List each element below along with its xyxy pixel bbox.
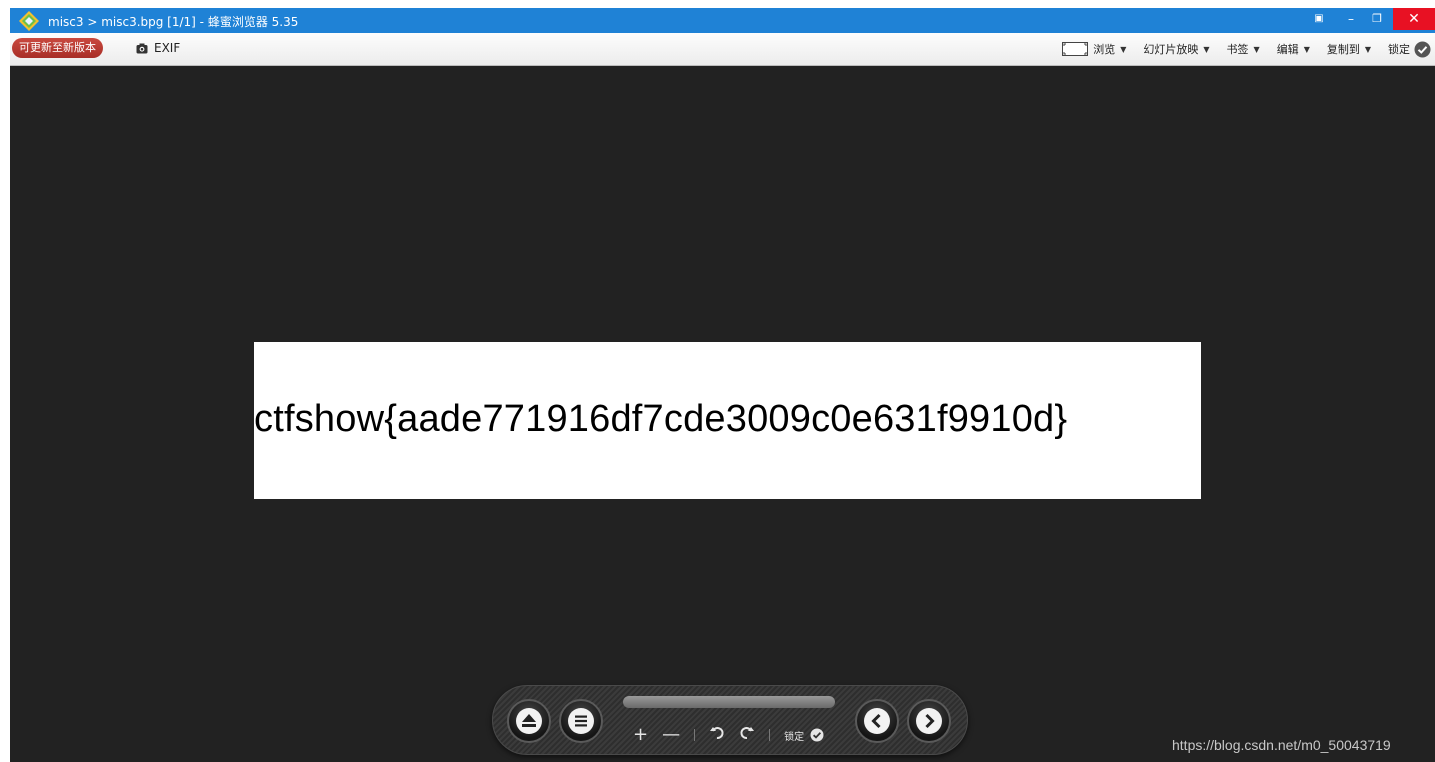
chevron-down-icon: ▼ (1303, 44, 1310, 54)
image-flag-text: ctfshow{aade771916df7cde3009c0e631f9910d… (254, 398, 1068, 440)
chevron-down-icon: ▼ (1364, 44, 1371, 54)
edit-menu[interactable]: 编辑 ▼ (1277, 41, 1310, 57)
image-viewer-window: misc3 > misc3.bpg [1/1] - 蜂蜜浏览器 5.35 ▣ –… (10, 8, 1435, 762)
playback-control-bar: + — 锁定 (492, 685, 968, 755)
copy-to-label: 复制到 (1326, 43, 1360, 56)
previous-button[interactable] (855, 699, 899, 743)
displayed-image: ctfshow{aade771916df7cde3009c0e631f9910d… (254, 342, 1201, 499)
chevron-right-icon (916, 708, 942, 734)
zoom-out-button[interactable]: — (662, 725, 680, 745)
slideshow-label: 幻灯片放映 (1143, 43, 1199, 56)
chevron-down-icon: ▼ (1120, 44, 1127, 54)
image-controls: + — 锁定 (633, 724, 824, 746)
chevron-left-icon (864, 708, 890, 734)
browse-label: 浏览 (1093, 43, 1116, 56)
menu-button[interactable] (559, 699, 603, 743)
title-bar[interactable]: misc3 > misc3.bpg [1/1] - 蜂蜜浏览器 5.35 ▣ –… (10, 8, 1435, 33)
check-circle-icon (810, 728, 824, 742)
browse-menu[interactable]: 浏览 ▼ (1062, 41, 1126, 57)
window-title: misc3 > misc3.bpg [1/1] - 蜂蜜浏览器 5.35 (48, 15, 299, 29)
watermark-url: https://blog.csdn.net/m0_50043719 (1172, 737, 1391, 753)
close-button[interactable]: ✕ (1393, 8, 1435, 30)
rotate-left-icon[interactable] (709, 725, 725, 746)
chevron-down-icon: ▼ (1253, 44, 1260, 54)
app-logo-icon (19, 11, 39, 31)
check-circle-icon (1414, 41, 1431, 57)
eject-icon (516, 708, 542, 734)
frame-icon (1062, 42, 1089, 56)
menu-icon (568, 708, 594, 734)
camera-icon (136, 43, 148, 53)
edit-label: 编辑 (1276, 43, 1299, 56)
exif-label: EXIF (154, 41, 181, 55)
lock-toggle[interactable]: 锁定 (1388, 41, 1431, 58)
divider (769, 729, 771, 741)
toolbar: 可更新至新版本 EXIF 浏览 ▼ 幻灯片放映 ▼ 书签 ▼ 编辑 ▼ 复制到 … (10, 33, 1435, 66)
zoom-in-button[interactable]: + (633, 725, 648, 745)
next-button[interactable] (907, 699, 951, 743)
eject-button[interactable] (507, 699, 551, 743)
toolbar-actions: 浏览 ▼ 幻灯片放映 ▼ 书签 ▼ 编辑 ▼ 复制到 ▼ 锁定 (1045, 38, 1431, 60)
lock-label[interactable]: 锁定 (784, 728, 804, 743)
lock-label: 锁定 (1388, 43, 1410, 56)
restore-button[interactable]: ❐ (1366, 8, 1388, 30)
fullscreen-icon[interactable]: ▣ (1308, 8, 1330, 30)
chevron-down-icon: ▼ (1203, 44, 1210, 54)
divider (694, 729, 696, 741)
exif-button[interactable]: EXIF (136, 39, 180, 57)
update-button[interactable]: 可更新至新版本 (12, 38, 103, 58)
bookmark-menu[interactable]: 书签 ▼ (1227, 41, 1260, 57)
slideshow-menu[interactable]: 幻灯片放映 ▼ (1143, 41, 1209, 57)
copy-to-menu[interactable]: 复制到 ▼ (1327, 41, 1371, 57)
minimize-button[interactable]: – (1340, 8, 1362, 30)
rotate-right-icon[interactable] (739, 725, 755, 746)
progress-slider[interactable] (623, 696, 835, 708)
bookmark-label: 书签 (1226, 43, 1249, 56)
